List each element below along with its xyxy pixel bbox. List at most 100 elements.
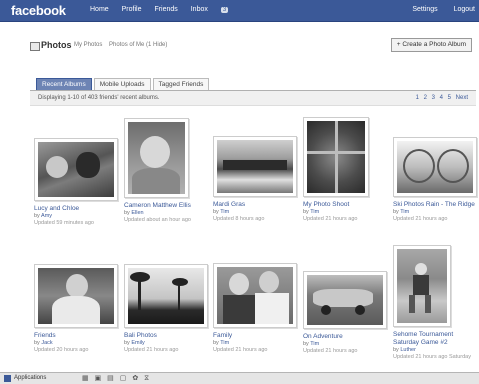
album-title[interactable]: Ski Photos Rain - The Ridge	[393, 201, 477, 209]
tab-recent-albums[interactable]: Recent Albums	[36, 78, 92, 90]
album-card[interactable]: My Photo Shoot by Tim Updated 21 hours a…	[303, 117, 387, 223]
album-owner-name[interactable]: Tim	[310, 209, 319, 215]
photos-icon	[30, 42, 40, 51]
album-updated: Updated 21 hours ago	[303, 348, 358, 354]
album-card[interactable]: Bali Photos by Emily Updated 21 hours ag…	[124, 264, 208, 354]
page-2[interactable]: 2	[424, 95, 427, 101]
nav-friends[interactable]: Friends	[154, 6, 177, 13]
notes-shortcut-icon[interactable]: ▤	[107, 375, 114, 382]
album-owner: by Ellen	[124, 210, 144, 216]
page-title: Photos	[41, 40, 72, 50]
page-1[interactable]: 1	[416, 95, 419, 101]
nav-profile[interactable]: Profile	[122, 6, 142, 13]
album-updated: Updated 21 hours ago	[213, 347, 268, 353]
account-nav: Settings Logout	[398, 6, 475, 13]
album-owner-name[interactable]: Tim	[220, 209, 229, 215]
album-title[interactable]: Mardi Gras	[213, 201, 297, 209]
album-thumbnail[interactable]	[34, 264, 118, 328]
album-owner: by Tim	[303, 209, 320, 215]
album-thumbnail[interactable]	[124, 264, 208, 328]
album-updated: Updated 21 hours ago	[124, 347, 179, 353]
events-shortcut-icon[interactable]: ⧖	[144, 375, 149, 382]
album-owner: by Tim	[303, 341, 320, 347]
album-thumbnail[interactable]	[303, 117, 369, 197]
video-shortcut-icon[interactable]: ▣	[95, 375, 102, 382]
album-card[interactable]: Family by Tim Updated 21 hours ago	[213, 263, 297, 354]
album-card[interactable]: Ski Photos Rain - The Ridge by Tim Updat…	[393, 137, 477, 223]
tab-mobile-uploads[interactable]: Mobile Uploads	[93, 78, 151, 90]
album-card[interactable]: Friends by Jack Updated 20 hours ago	[34, 264, 118, 354]
album-card[interactable]: Cameron Matthew Ellis by Ellen Updated a…	[124, 118, 208, 224]
album-owner-name[interactable]: Tim	[220, 340, 229, 346]
album-title[interactable]: Bali Photos	[124, 332, 208, 340]
album-updated: Updated 21 hours ago	[303, 216, 358, 222]
breadcrumb-my-photos[interactable]: My Photos	[74, 42, 102, 48]
album-owner: by Amy	[34, 213, 53, 219]
page-3[interactable]: 3	[432, 95, 435, 101]
photos-shortcut-icon[interactable]: ▦	[82, 375, 89, 382]
album-title[interactable]: Friends	[34, 332, 118, 340]
album-thumbnail[interactable]	[124, 118, 189, 198]
nav-inbox-label: Inbox	[190, 6, 208, 13]
album-thumbnail[interactable]	[213, 263, 297, 328]
album-thumbnail[interactable]	[303, 271, 387, 329]
breadcrumb-photos-of-me[interactable]: Photos of Me (1 Hide)	[109, 42, 167, 48]
top-nav-bar: facebook Home Profile Friends Inbox 3 Set…	[0, 0, 479, 22]
facebook-logo[interactable]: facebook	[11, 3, 66, 18]
album-title[interactable]: Family	[213, 332, 297, 340]
main-nav: Home Profile Friends Inbox 3	[90, 6, 250, 13]
nav-inbox[interactable]: Inbox 3	[191, 6, 239, 13]
page-header: Photos My Photos Photos of Me (1 Hide) +…	[30, 38, 478, 54]
nav-home[interactable]: Home	[90, 6, 109, 13]
breadcrumb: My Photos Photos of Me (1 Hide)	[74, 42, 172, 48]
album-title[interactable]: On Adventure	[303, 333, 387, 341]
album-title[interactable]: My Photo Shoot	[303, 201, 387, 209]
applications-menu[interactable]: Applications	[14, 375, 46, 381]
album-owner-name[interactable]: Luther	[400, 347, 416, 353]
create-album-button[interactable]: + Create a Photo Album	[390, 38, 472, 52]
album-owner-name[interactable]: Ellen	[131, 210, 143, 216]
album-owner-name[interactable]: Emily	[131, 340, 144, 346]
album-owner: by Emily	[124, 340, 145, 346]
applications-icon[interactable]	[4, 375, 11, 382]
album-updated: Updated 21 hours ago	[393, 216, 448, 222]
pagination: 1 2 3 4 5 Next	[413, 95, 468, 101]
album-title[interactable]: Lucy and Chloe	[34, 205, 118, 213]
album-thumbnail[interactable]	[34, 138, 118, 201]
album-card[interactable]: On Adventure by Tim Updated 21 hours ago	[303, 271, 387, 355]
bottom-bar-shortcuts: ▦ ▣ ▤ ▢ ✿ ⧖	[82, 374, 153, 383]
album-owner-name[interactable]: Tim	[400, 209, 409, 215]
album-title[interactable]: Cameron Matthew Ellis	[124, 202, 208, 210]
album-tabs: Recent Albums Mobile Uploads Tagged Frie…	[36, 78, 211, 90]
gifts-shortcut-icon[interactable]: ✿	[132, 375, 138, 382]
links-shortcut-icon[interactable]: ▢	[120, 375, 127, 382]
nav-settings[interactable]: Settings	[412, 6, 437, 13]
album-owner: by Tim	[213, 209, 230, 215]
listing-bar: Displaying 1-10 of 403 friends' recent a…	[30, 90, 476, 106]
listing-summary: Displaying 1-10 of 403 friends' recent a…	[38, 95, 160, 101]
tab-tagged-friends[interactable]: Tagged Friends	[152, 78, 210, 90]
album-updated: Updated 20 hours ago	[34, 347, 89, 353]
page-4[interactable]: 4	[440, 95, 443, 101]
page-next[interactable]: Next	[456, 95, 468, 101]
album-owner: by Jack	[34, 340, 53, 346]
album-updated: Updated 21 hours ago Saturday	[393, 354, 471, 360]
album-owner-name[interactable]: Jack	[41, 340, 52, 346]
album-thumbnail[interactable]	[393, 245, 451, 327]
nav-logout[interactable]: Logout	[454, 6, 475, 13]
album-owner: by Luther	[393, 347, 416, 353]
album-card[interactable]: Sehome Tournament Saturday Game #2 by Lu…	[393, 245, 477, 361]
bottom-app-bar: Applications ▦ ▣ ▤ ▢ ✿ ⧖	[0, 372, 479, 384]
album-thumbnail[interactable]	[213, 136, 297, 197]
album-owner-name[interactable]: Amy	[41, 213, 52, 219]
album-title[interactable]: Sehome Tournament Saturday Game #2	[393, 331, 477, 347]
album-owner: by Tim	[213, 340, 230, 346]
page-5[interactable]: 5	[448, 95, 451, 101]
album-updated: Updated 8 hours ago	[213, 216, 265, 222]
album-card[interactable]: Mardi Gras by Tim Updated 8 hours ago	[213, 136, 297, 223]
album-owner-name[interactable]: Tim	[310, 341, 319, 347]
album-thumbnail[interactable]	[393, 137, 477, 197]
album-updated: Updated about an hour ago	[124, 217, 191, 223]
album-card[interactable]: Lucy and Chloe by Amy Updated 59 minutes…	[34, 138, 118, 227]
album-owner: by Tim	[393, 209, 410, 215]
